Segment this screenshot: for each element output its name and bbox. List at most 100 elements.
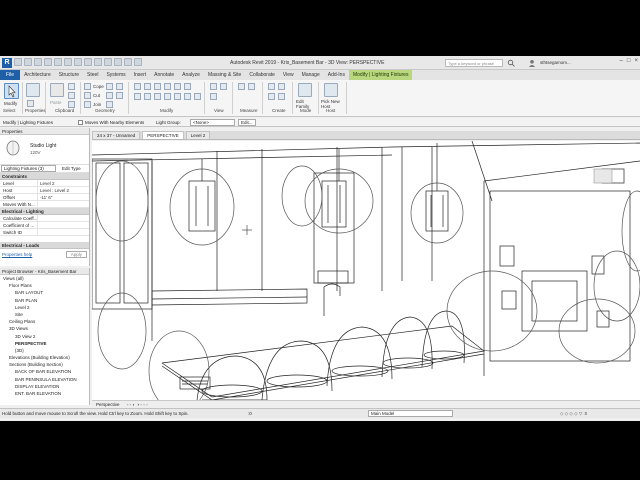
match-icon[interactable] <box>68 101 75 108</box>
tab-architecture[interactable]: Architecture <box>20 70 55 80</box>
tree-item[interactable]: Level 2 <box>0 304 89 311</box>
scale-icon[interactable] <box>174 93 181 100</box>
trim-extend-icon[interactable] <box>184 83 191 90</box>
unjoin-icon[interactable] <box>116 92 123 99</box>
search-input[interactable]: Type a keyword or phrase <box>445 59 503 67</box>
apply-button[interactable]: Apply <box>65 250 87 258</box>
tab-file[interactable]: File <box>0 70 21 80</box>
cut-label[interactable]: Cut <box>93 93 100 98</box>
property-row[interactable]: Moves With N... <box>0 201 89 208</box>
light-group-edit-button[interactable]: Edit... <box>238 119 256 126</box>
tree-item[interactable]: Floor Plans <box>0 282 89 289</box>
tab-manage[interactable]: Manage <box>298 70 324 80</box>
modify-tool-icon[interactable] <box>4 83 19 99</box>
electrical-loads-section[interactable]: Electrical - Loads <box>0 242 89 249</box>
linework-icon[interactable] <box>210 93 217 100</box>
selection-filter-icons[interactable]: ◇ ◇ ◇ ◇ ▽ :0 <box>560 409 587 418</box>
thin-lines-icon[interactable] <box>114 58 122 66</box>
type-selector[interactable]: Studio Light 120V <box>0 135 89 165</box>
rotate-icon[interactable] <box>154 93 161 100</box>
measure-distance-icon[interactable] <box>238 83 245 90</box>
redo-icon[interactable] <box>54 58 62 66</box>
split-face-icon[interactable] <box>106 92 113 99</box>
close-icon[interactable]: × <box>634 58 638 64</box>
wall-joins-icon[interactable] <box>106 83 113 90</box>
user-name[interactable]: sthtsegamom... <box>540 60 571 65</box>
3d-viewport[interactable] <box>92 141 640 400</box>
print-icon[interactable] <box>64 58 72 66</box>
tab-structure[interactable]: Structure <box>55 70 83 80</box>
array-icon[interactable] <box>164 93 171 100</box>
edit-type-button[interactable]: Edit Type <box>62 166 81 171</box>
tree-item[interactable]: {3D} <box>0 347 89 354</box>
property-value[interactable] <box>38 222 89 228</box>
paint-icon[interactable] <box>106 101 113 108</box>
properties-small-icon[interactable] <box>27 100 34 107</box>
tab-collaborate[interactable]: Collaborate <box>245 70 279 80</box>
create-parts-icon[interactable] <box>278 83 285 90</box>
tab-analyze[interactable]: Analyze <box>178 70 204 80</box>
property-row[interactable]: Calculate Coeff... <box>0 215 89 222</box>
properties-help-link[interactable]: Properties help <box>2 252 32 257</box>
property-row[interactable]: Level Level 2 <box>0 180 89 187</box>
electrical-lighting-section[interactable]: Electrical - Lighting <box>0 208 89 215</box>
property-value[interactable] <box>38 229 89 235</box>
paste-icon[interactable] <box>50 83 64 97</box>
constraints-section[interactable]: Constraints <box>0 173 89 180</box>
view-tab[interactable]: 24 x 37 - Unnamed <box>92 131 141 139</box>
tree-item[interactable]: BAR LAYOUT <box>0 289 89 296</box>
tree-item[interactable]: ENT. BAR ELEVATION <box>0 390 89 397</box>
create-group-icon[interactable] <box>268 93 275 100</box>
measure-icon[interactable] <box>74 58 82 66</box>
join-label[interactable]: Join <box>93 102 101 107</box>
modify-label[interactable]: Modify <box>4 101 17 106</box>
copy-icon[interactable] <box>68 92 75 99</box>
cope-label[interactable]: Cope <box>93 84 104 89</box>
tree-item[interactable]: BAR PLAN <box>0 297 89 304</box>
align-icon[interactable] <box>134 83 141 90</box>
hide-icon[interactable] <box>210 83 217 90</box>
tab-view[interactable]: View <box>279 70 298 80</box>
text-icon[interactable] <box>84 58 92 66</box>
cut-geometry-icon[interactable] <box>84 92 91 99</box>
property-value[interactable]: Level 2 <box>38 180 89 186</box>
split-icon[interactable] <box>174 83 181 90</box>
offset-icon[interactable] <box>144 83 151 90</box>
mirror-draw-icon[interactable] <box>164 83 171 90</box>
switch-windows-icon[interactable] <box>134 58 142 66</box>
tab-insert[interactable]: Insert <box>130 70 151 80</box>
cut-icon[interactable] <box>68 83 75 90</box>
tree-item[interactable]: Views (all) <box>0 275 89 282</box>
tab-steel[interactable]: Steel <box>83 70 102 80</box>
tree-item[interactable]: Site <box>0 311 89 318</box>
property-value[interactable]: Level : Level 2 <box>38 187 89 193</box>
delete-icon[interactable] <box>194 93 201 100</box>
override-icon[interactable] <box>220 83 227 90</box>
pick-new-host-icon[interactable] <box>324 83 338 97</box>
light-group-select[interactable]: <None> <box>190 119 235 126</box>
tree-item[interactable]: 3D Views <box>0 325 89 332</box>
sync-icon[interactable] <box>34 58 42 66</box>
tree-item[interactable]: Elevations (Building Elevation) <box>0 354 89 361</box>
similar-icon[interactable] <box>278 93 285 100</box>
edit-family-icon[interactable] <box>298 83 312 97</box>
property-row[interactable]: Offset -11' 6" <box>0 194 89 201</box>
undo-icon[interactable] <box>44 58 52 66</box>
active-workset-select[interactable]: Main Model <box>368 410 453 417</box>
instance-filter-select[interactable]: Lighting Fixtures (3) <box>1 165 56 172</box>
copy-element-icon[interactable] <box>144 93 151 100</box>
move-icon[interactable] <box>134 93 141 100</box>
maximize-icon[interactable]: □ <box>627 58 631 64</box>
view-tab[interactable]: PERSPECTIVE <box>142 131 184 139</box>
property-row[interactable]: Host Level : Level 2 <box>0 187 89 194</box>
property-value[interactable] <box>38 201 89 207</box>
property-value[interactable] <box>38 215 89 221</box>
tree-item[interactable]: PERSPECTIVE <box>0 340 89 347</box>
property-value[interactable]: -11' 6" <box>38 194 89 200</box>
tree-item[interactable]: Sections (Building Section) <box>0 361 89 368</box>
demolish-icon[interactable] <box>116 83 123 90</box>
pin-icon[interactable] <box>184 93 191 100</box>
property-row[interactable]: Switch ID <box>0 229 89 236</box>
tree-item[interactable]: Ceiling Plans <box>0 318 89 325</box>
view-tab[interactable]: Level 2 <box>185 131 211 139</box>
